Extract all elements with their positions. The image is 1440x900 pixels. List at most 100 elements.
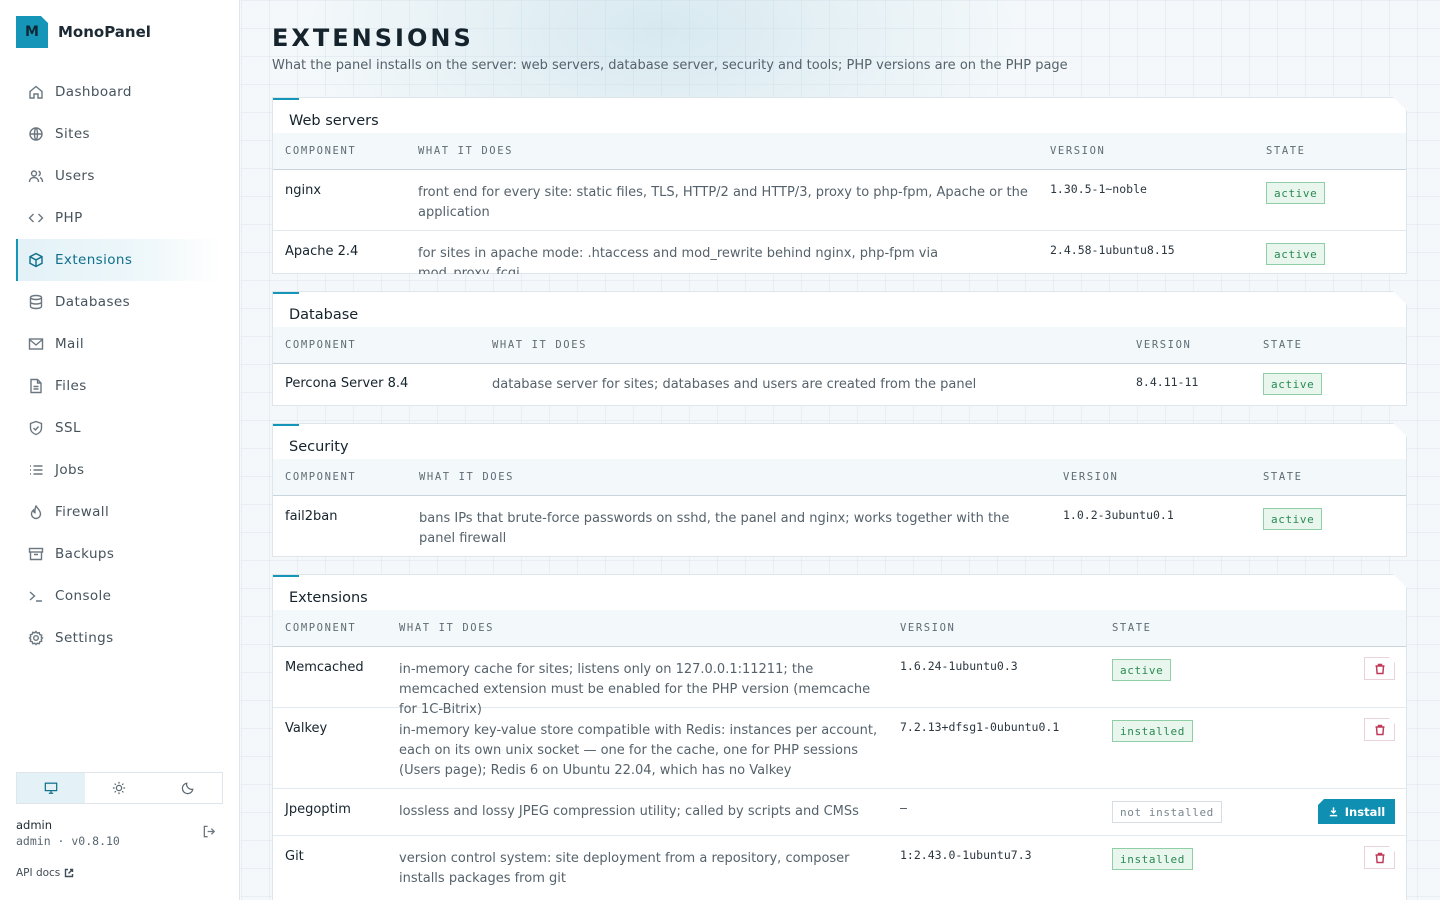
sidebar-item-console[interactable]: Console <box>16 575 223 617</box>
table-row: Percona Server 8.4 database server for s… <box>273 364 1406 405</box>
external-link-icon <box>65 868 74 878</box>
status-badge: active <box>1263 373 1322 395</box>
sidebar-item-label: Backups <box>55 546 115 562</box>
status-badge: not installed <box>1112 801 1222 823</box>
list-icon <box>30 465 43 475</box>
table-header: COMPONENT WHAT IT DOES VERSION STATE <box>273 327 1406 364</box>
status-badge: installed <box>1112 720 1193 742</box>
delete-button[interactable] <box>1364 657 1395 680</box>
sidebar: M MonoPanel Dashboard Sites Users PHP Ex… <box>0 0 240 900</box>
sidebar-item-label: Mail <box>55 336 85 352</box>
sidebar-item-files[interactable]: Files <box>16 365 223 407</box>
sidebar-item-jobs[interactable]: Jobs <box>16 449 223 491</box>
theme-system-button[interactable] <box>17 773 86 803</box>
table-header: COMPONENT WHAT IT DOES VERSION STATE <box>273 133 1406 170</box>
api-docs-link[interactable]: API docs <box>16 867 74 879</box>
sidebar-item-label: PHP <box>55 210 83 226</box>
component-version: — <box>900 801 907 815</box>
component-name: Valkey <box>285 721 328 736</box>
brand-logo: M <box>16 16 48 48</box>
column-state: STATE <box>1263 471 1303 483</box>
table-row: Memcached in-memory cache for sites; lis… <box>273 647 1406 708</box>
sidebar-item-mail[interactable]: Mail <box>16 323 223 365</box>
component-version: 1:2.43.0-1ubuntu7.3 <box>900 848 1032 862</box>
sidebar-item-label: Settings <box>55 630 114 646</box>
column-version: VERSION <box>1050 145 1106 157</box>
section-web-servers: Web servers COMPONENT WHAT IT DOES VERSI… <box>272 97 1407 274</box>
table-header: COMPONENT WHAT IT DOES VERSION STATE <box>273 459 1406 496</box>
table-header: COMPONENT WHAT IT DOES VERSION STATE <box>273 610 1406 647</box>
trash-icon <box>1374 663 1386 675</box>
column-component: COMPONENT <box>285 471 357 483</box>
component-version: 1.30.5-1~noble <box>1050 182 1147 196</box>
status-badge: active <box>1266 182 1325 204</box>
status-badge: installed <box>1112 848 1193 870</box>
table-row: Apache 2.4 for sites in apache mode: .ht… <box>273 231 1406 273</box>
sidebar-item-label: SSL <box>55 420 81 436</box>
api-docs-label: API docs <box>16 867 61 879</box>
sidebar-item-dashboard[interactable]: Dashboard <box>16 71 223 113</box>
install-button-label: Install <box>1344 804 1386 819</box>
table-row: fail2ban bans IPs that brute-force passw… <box>273 496 1406 556</box>
delete-button[interactable] <box>1364 846 1395 869</box>
theme-light-button[interactable] <box>85 773 153 803</box>
user-meta: admin · v0.8.10 <box>16 834 120 848</box>
sidebar-item-label: Files <box>55 378 87 394</box>
sun-icon <box>113 781 126 795</box>
column-state: STATE <box>1112 622 1152 634</box>
users-icon <box>28 170 44 183</box>
section-database: Database COMPONENT WHAT IT DOES VERSION … <box>272 291 1407 406</box>
flame-icon <box>30 505 42 520</box>
sidebar-item-label: Dashboard <box>55 84 132 100</box>
card-accent <box>273 292 299 294</box>
database-icon <box>29 294 43 310</box>
component-name: Apache 2.4 <box>285 244 359 259</box>
moon-icon <box>181 782 194 795</box>
column-state: STATE <box>1263 339 1303 351</box>
sidebar-item-settings[interactable]: Settings <box>16 617 223 659</box>
shield-icon <box>29 420 43 436</box>
sidebar-item-label: Jobs <box>55 462 85 478</box>
component-version: 8.4.11-11 <box>1136 375 1199 389</box>
install-button[interactable]: Install <box>1318 799 1395 824</box>
sidebar-item-extensions[interactable]: Extensions <box>16 239 223 281</box>
column-what: WHAT IT DOES <box>399 622 495 634</box>
logout-button[interactable] <box>202 824 217 843</box>
section-security: Security COMPONENT WHAT IT DOES VERSION … <box>272 423 1407 557</box>
section-title: Database <box>289 307 359 323</box>
brand[interactable]: M MonoPanel <box>16 16 151 48</box>
trash-icon <box>1374 852 1386 864</box>
component-name: nginx <box>285 183 322 198</box>
download-icon <box>1328 806 1339 817</box>
main-content: EXTENSIONS What the panel installs on th… <box>241 0 1440 900</box>
sidebar-item-php[interactable]: PHP <box>16 197 223 239</box>
column-version: VERSION <box>900 622 956 634</box>
component-description: lossless and lossy JPEG compression util… <box>399 804 859 819</box>
sidebar-item-ssl[interactable]: SSL <box>16 407 223 449</box>
component-description: in-memory key-value store compatible wit… <box>399 723 878 778</box>
sidebar-item-backups[interactable]: Backups <box>16 533 223 575</box>
theme-dark-button[interactable] <box>154 773 222 803</box>
status-badge: active <box>1112 659 1171 681</box>
page-title: EXTENSIONS <box>272 24 474 52</box>
section-title: Web servers <box>289 113 379 129</box>
component-name: Memcached <box>285 660 364 675</box>
component-version: 2.4.58-1ubuntu8.15 <box>1050 243 1175 257</box>
table-row: Valkey in-memory key-value store compati… <box>273 708 1406 789</box>
component-description: database server for sites; databases and… <box>492 377 977 392</box>
component-description: front end for every site: static files, … <box>418 185 1028 220</box>
sidebar-item-firewall[interactable]: Firewall <box>16 491 223 533</box>
sidebar-item-label: Console <box>55 588 112 604</box>
delete-button[interactable] <box>1364 718 1395 741</box>
status-badge: active <box>1266 243 1325 265</box>
sidebar-item-databases[interactable]: Databases <box>16 281 223 323</box>
mail-icon <box>28 338 44 350</box>
section-extensions: Extensions COMPONENT WHAT IT DOES VERSIO… <box>272 574 1407 900</box>
column-version: VERSION <box>1063 471 1119 483</box>
column-component: COMPONENT <box>285 339 357 351</box>
sidebar-item-sites[interactable]: Sites <box>16 113 223 155</box>
card-accent <box>273 575 299 577</box>
sidebar-item-users[interactable]: Users <box>16 155 223 197</box>
page-subtitle: What the panel installs on the server: w… <box>272 58 1068 73</box>
column-what: WHAT IT DOES <box>492 339 588 351</box>
